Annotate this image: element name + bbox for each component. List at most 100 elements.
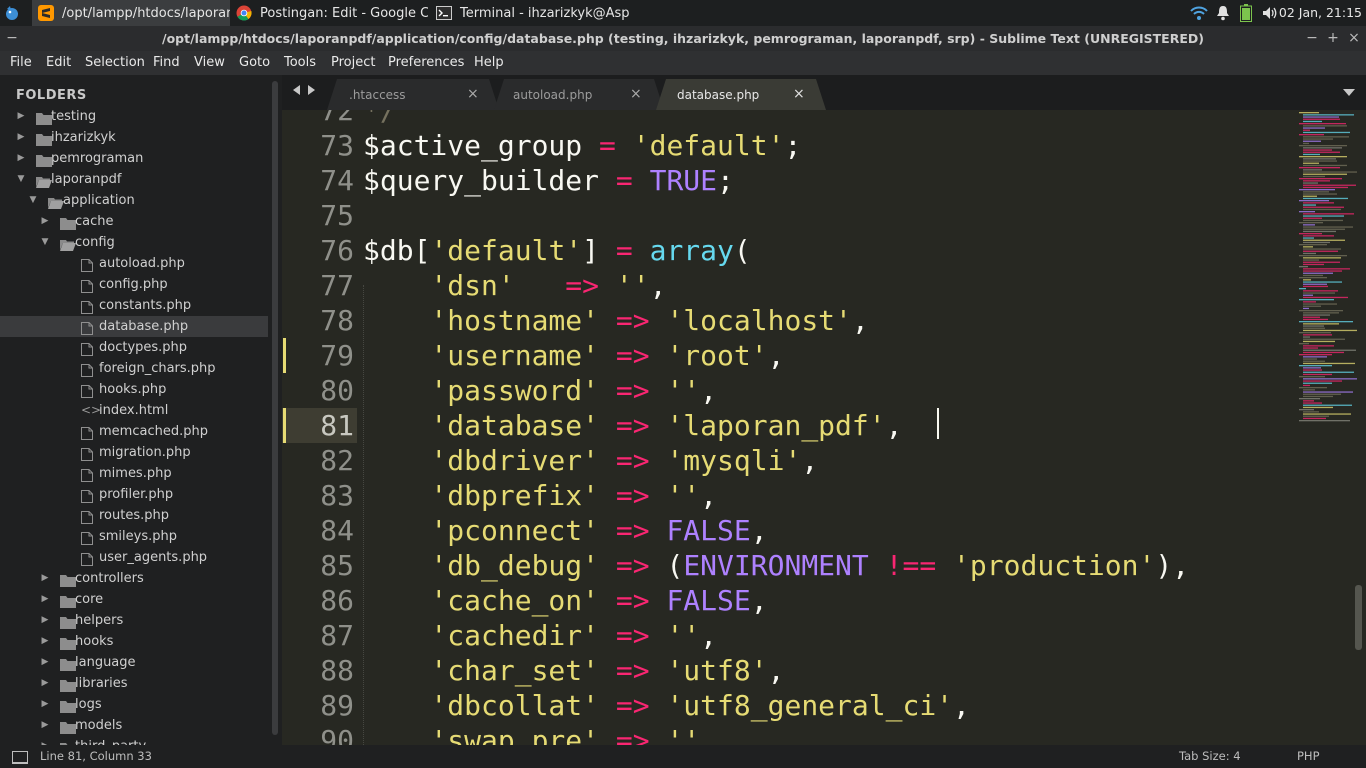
tab-database[interactable]: database.php ×	[656, 79, 826, 110]
battery-icon[interactable]	[1240, 0, 1252, 26]
code-line[interactable]: 'pconnect' => FALSE,	[363, 513, 767, 548]
sidebar-file[interactable]: constants.php	[0, 295, 268, 316]
menu-find[interactable]: Find	[153, 51, 180, 75]
code-line[interactable]: 'dsn' => '',	[363, 268, 666, 303]
chevron-right-icon[interactable]: ▶	[40, 211, 50, 232]
sidebar-file[interactable]: hooks.php	[0, 379, 268, 400]
sidebar-folder[interactable]: ▶ core	[0, 589, 268, 610]
chevron-down-icon[interactable]: ▼	[40, 232, 50, 253]
code-line[interactable]: 'dbdriver' => 'mysqli',	[363, 443, 818, 478]
line-number[interactable]: 80	[282, 373, 354, 408]
code-line[interactable]: $query_builder = TRUE;	[363, 163, 734, 198]
line-number[interactable]: 90	[282, 723, 354, 745]
taskbar-app-sublime[interactable]: /opt/lampp/htdocs/laporanp...	[32, 0, 230, 26]
sidebar-folder[interactable]: ▶ helpers	[0, 610, 268, 631]
code-line[interactable]: 'dbcollat' => 'utf8_general_ci',	[363, 688, 969, 723]
taskbar-app-terminal[interactable]: Terminal - ihzarizkyk@Aspir...	[430, 0, 630, 26]
tab-size-indicator[interactable]: Tab Size: 4	[1179, 745, 1241, 768]
sidebar-folder[interactable]: ▶ language	[0, 652, 268, 673]
code-line[interactable]: 'swap_pre' => '',	[363, 723, 717, 745]
minimize-icon[interactable]: −	[1302, 26, 1322, 51]
chevron-right-icon[interactable]: ▶	[16, 148, 26, 169]
code-line[interactable]: 'cachedir' => '',	[363, 618, 717, 653]
menu-goto[interactable]: Goto	[239, 51, 270, 75]
sidebar-folder[interactable]: ▶ controllers	[0, 568, 268, 589]
sidebar-folder[interactable]: ▼ config	[0, 232, 268, 253]
tab-htaccess[interactable]: .htaccess ×	[327, 79, 499, 110]
sidebar-file[interactable]: mimes.php	[0, 463, 268, 484]
sidebar-file[interactable]: database.php	[0, 316, 268, 337]
line-number[interactable]: 78	[282, 303, 354, 338]
sidebar-folder[interactable]: ▶ logs	[0, 694, 268, 715]
menu-tools[interactable]: Tools	[284, 51, 316, 75]
code-line[interactable]: 'username' => 'root',	[363, 338, 784, 373]
code-line[interactable]: 'db_debug' => (ENVIRONMENT !== 'producti…	[363, 548, 1189, 583]
line-number[interactable]: 87	[282, 618, 354, 653]
line-number[interactable]: 82	[282, 443, 354, 478]
line-number[interactable]: 85	[282, 548, 354, 583]
line-number[interactable]: 73	[282, 128, 354, 163]
tab-close-icon[interactable]: ×	[630, 86, 642, 102]
line-number[interactable]: 76	[282, 233, 354, 268]
chevron-right-icon[interactable]: ▶	[16, 106, 26, 127]
line-number[interactable]: 83	[282, 478, 354, 513]
minimap[interactable]	[1297, 110, 1357, 430]
sidebar-folder[interactable]: ▼ application	[0, 190, 268, 211]
chevron-right-icon[interactable]: ▶	[40, 589, 50, 610]
menu-file[interactable]: File	[10, 51, 32, 75]
sidebar-folder[interactable]: ▶ pemrograman	[0, 148, 268, 169]
sidebar-file[interactable]: foreign_chars.php	[0, 358, 268, 379]
tab-list-dropdown-icon[interactable]	[1343, 89, 1355, 96]
close-icon[interactable]: ×	[1344, 26, 1364, 51]
menu-view[interactable]: View	[194, 51, 225, 75]
code-line[interactable]: */	[363, 110, 397, 128]
menu-selection[interactable]: Selection	[85, 51, 145, 75]
sidebar-folder[interactable]: ▼ laporanpdf	[0, 169, 268, 190]
code-line[interactable]: 'char_set' => 'utf8',	[363, 653, 784, 688]
tab-nav-left-icon[interactable]	[293, 85, 300, 95]
syntax-indicator[interactable]: PHP	[1297, 745, 1320, 768]
line-number[interactable]: 77	[282, 268, 354, 303]
sidebar-file[interactable]: <> index.html	[0, 400, 268, 421]
clock[interactable]: 02 Jan, 21:15	[1279, 0, 1362, 26]
chevron-right-icon[interactable]: ▶	[40, 694, 50, 715]
sidebar-file[interactable]: smileys.php	[0, 526, 268, 547]
chevron-right-icon[interactable]: ▶	[40, 610, 50, 631]
sidebar-file[interactable]: doctypes.php	[0, 337, 268, 358]
tab-nav-right-icon[interactable]	[308, 85, 315, 95]
menu-preferences[interactable]: Preferences	[388, 51, 464, 75]
tab-close-icon[interactable]: ×	[793, 86, 805, 102]
chevron-right-icon[interactable]: ▶	[40, 631, 50, 652]
menu-project[interactable]: Project	[331, 51, 375, 75]
sidebar-file[interactable]: routes.php	[0, 505, 268, 526]
line-number[interactable]: 72	[282, 110, 354, 128]
sidebar-folder[interactable]: ▶ models	[0, 715, 268, 736]
sidebar-folder[interactable]: ▶ testing	[0, 106, 268, 127]
line-number[interactable]: 74	[282, 163, 354, 198]
line-number[interactable]: 86	[282, 583, 354, 618]
sidebar-file[interactable]: profiler.php	[0, 484, 268, 505]
sidebar-folder[interactable]: ▶ ihzarizkyk	[0, 127, 268, 148]
sidebar-folder[interactable]: ▶ third_party	[0, 736, 268, 745]
tab-close-icon[interactable]: ×	[467, 86, 479, 102]
menu-help[interactable]: Help	[474, 51, 504, 75]
line-number[interactable]: 84	[282, 513, 354, 548]
chevron-right-icon[interactable]: ▶	[40, 736, 50, 745]
code-line[interactable]: $active_group = 'default';	[363, 128, 801, 163]
code-line[interactable]: 'database' => 'laporan_pdf',	[363, 408, 902, 443]
wifi-icon[interactable]	[1190, 0, 1208, 26]
code-line[interactable]: 'cache_on' => FALSE,	[363, 583, 767, 618]
line-number[interactable]: 75	[282, 198, 354, 233]
chevron-down-icon[interactable]: ▼	[16, 169, 26, 190]
code-editor[interactable]: 72 */ 73 $active_group = 'default'; 74 $query…	[282, 110, 1366, 745]
sidebar-file[interactable]: config.php	[0, 274, 268, 295]
sidebar-file[interactable]: migration.php	[0, 442, 268, 463]
chevron-right-icon[interactable]: ▶	[40, 568, 50, 589]
sidebar-file[interactable]: user_agents.php	[0, 547, 268, 568]
volume-icon[interactable]	[1262, 0, 1278, 26]
app-menu-icon[interactable]	[4, 5, 20, 21]
line-number[interactable]: 88	[282, 653, 354, 688]
chevron-right-icon[interactable]: ▶	[16, 127, 26, 148]
line-number[interactable]: 89	[282, 688, 354, 723]
chevron-right-icon[interactable]: ▶	[40, 673, 50, 694]
